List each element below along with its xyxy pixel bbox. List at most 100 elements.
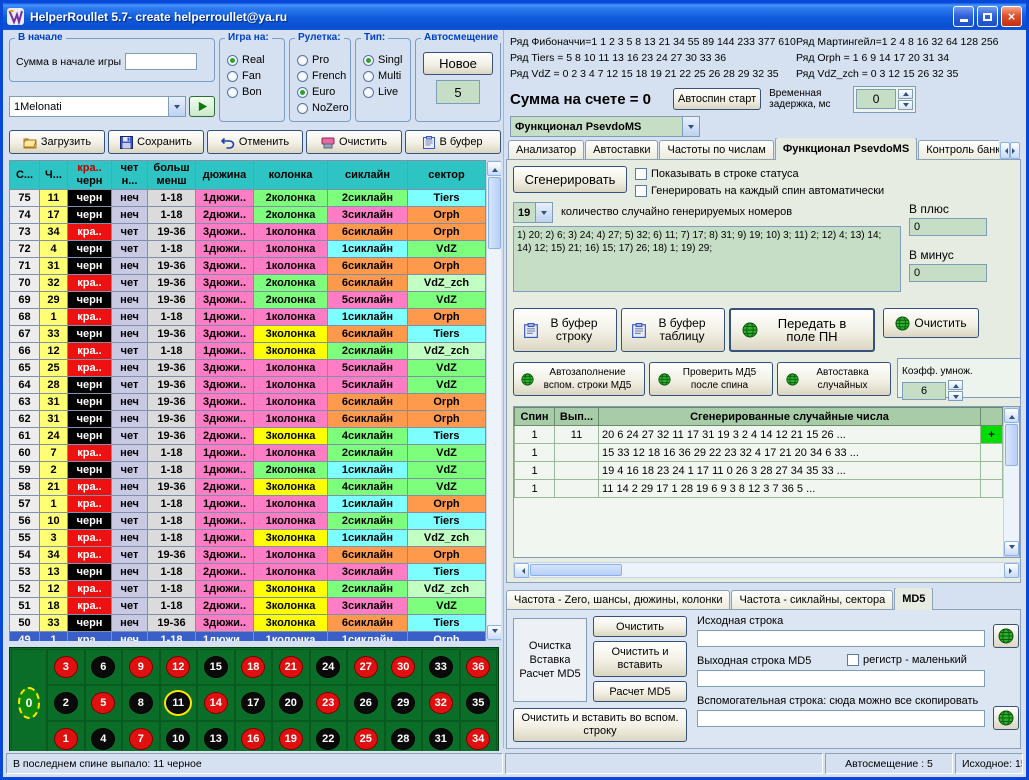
generated-numbers-field[interactable]: 1) 20; 2) 6; 3) 24; 4) 27; 5) 32; 6) 11;… — [513, 226, 901, 292]
new-button[interactable]: Новое — [423, 52, 493, 75]
board-cell-2[interactable]: 2 — [47, 685, 85, 721]
history-row[interactable]: 681кра..неч1-181дюжи..1колонка1сиклайнOr… — [10, 309, 486, 326]
tab-1[interactable]: Анализатор — [508, 140, 584, 160]
history-row[interactable]: 6331черннеч19-363дюжи..1колонка6сиклайнO… — [10, 394, 486, 411]
tab-3[interactable]: Частоты по числам — [659, 140, 773, 160]
history-row[interactable]: 7334кра..чет19-363дюжи..1колонка6сиклайн… — [10, 224, 486, 241]
clear-generated-button[interactable]: Очистить — [883, 308, 979, 338]
history-row[interactable]: 5118кра..чет1-182дюжи..3колонка3сиклайнV… — [10, 598, 486, 615]
radio-Fan[interactable]: Fan — [227, 68, 280, 84]
scroll-up-button[interactable] — [487, 161, 501, 176]
board-cell-24[interactable]: 24 — [310, 649, 348, 685]
buffer-table-button[interactable]: В буфер таблицу — [621, 308, 725, 352]
board-cell-36[interactable]: 36 — [460, 649, 498, 685]
tab-scroll-right-button[interactable] — [1010, 142, 1020, 159]
history-row[interactable]: 5033черннеч19-363дюжи..3колонка6сиклайнT… — [10, 615, 486, 632]
scroll-thumb[interactable] — [1005, 424, 1018, 466]
md5-aux-input[interactable] — [697, 710, 985, 727]
autofill-md5-button[interactable]: Автозаполнение вспом. строки МД5 — [513, 362, 645, 396]
scroll-left-button[interactable] — [514, 563, 529, 578]
tab-1[interactable]: Частота - Zero, шансы, дюжины, колонки — [506, 590, 730, 610]
title-bar[interactable]: HelperRoullet 5.7- create helperroullet@… — [3, 3, 1026, 30]
board-cell-3[interactable]: 3 — [47, 649, 85, 685]
col-color[interactable]: кра..черн — [68, 161, 112, 190]
radio-Multi[interactable]: Multi — [363, 68, 406, 84]
col-number[interactable]: Ч... — [40, 161, 68, 190]
tab-2[interactable]: Автоставки — [585, 140, 658, 160]
scroll-thumb[interactable] — [530, 564, 622, 576]
board-cell-33[interactable]: 33 — [422, 649, 460, 685]
history-scrollbar[interactable] — [486, 160, 501, 641]
delay-up-button[interactable] — [898, 89, 913, 99]
generated-row[interactable]: 119 4 16 18 23 24 1 17 11 0 26 3 28 27 3… — [515, 462, 1003, 480]
md5-calc-button[interactable]: Расчет MD5 — [593, 681, 687, 702]
radio-Bon[interactable]: Bon — [227, 84, 280, 100]
preset-combo-arrow[interactable] — [168, 97, 185, 116]
board-cell-35[interactable]: 35 — [460, 685, 498, 721]
md5-clear-paste-button[interactable]: Очистить и вставить — [593, 641, 687, 677]
board-cell-12[interactable]: 12 — [160, 649, 198, 685]
board-cell-14[interactable]: 14 — [197, 685, 235, 721]
preset-combo[interactable]: 1Melonati — [9, 96, 186, 117]
start-sum-input[interactable] — [125, 53, 197, 70]
history-row[interactable]: 6124чернчет19-362дюжи..3колонка4сиклайнT… — [10, 428, 486, 445]
eraser-button[interactable]: Очистить — [306, 130, 402, 154]
scroll-up-button[interactable] — [1004, 408, 1019, 423]
tab-3[interactable]: MD5 — [894, 588, 933, 610]
board-cell-0[interactable]: 0 — [11, 649, 47, 757]
history-row[interactable]: 7511черннеч1-181дюжи..2колонка2сиклайнTi… — [10, 190, 486, 207]
board-cell-5[interactable]: 5 — [85, 685, 123, 721]
history-row[interactable]: 592чернчет1-181дюжи..2колонка1сиклайнVdZ — [10, 462, 486, 479]
generated-row[interactable]: 115 33 12 18 16 36 29 22 23 32 4 17 21 2… — [515, 444, 1003, 462]
history-row[interactable]: 6231черннеч19-363дюжи..1колонка6сиклайнO… — [10, 411, 486, 428]
generate-button[interactable]: Сгенерировать — [513, 166, 627, 193]
board-cell-11[interactable]: 11 — [160, 685, 198, 721]
col-dozen[interactable]: дюжина — [196, 161, 254, 190]
board-cell-32[interactable]: 32 — [422, 685, 460, 721]
history-row[interactable]: 553кра..неч1-181дюжи..3колонка1сиклайнVd… — [10, 530, 486, 547]
folder-button[interactable]: Загрузить — [9, 130, 105, 154]
scroll-right-button[interactable] — [1004, 563, 1019, 578]
board-cell-21[interactable]: 21 — [272, 649, 310, 685]
board-cell-23[interactable]: 23 — [310, 685, 348, 721]
scroll-down-button[interactable] — [1004, 541, 1019, 556]
radio-Pro[interactable]: Pro — [297, 52, 346, 68]
history-header-row[interactable]: С... Ч... кра..черн четн... большменш дю… — [10, 161, 486, 190]
md5-source-input[interactable] — [697, 630, 985, 647]
check-md5-button[interactable]: Проверить МД5 после спина — [649, 362, 773, 396]
board-cell-27[interactable]: 27 — [347, 649, 385, 685]
tab-5[interactable]: Контроль банкрол — [918, 140, 999, 160]
run-preset-button[interactable] — [189, 96, 215, 117]
history-row[interactable]: 6929черннеч19-363дюжи..2колонка5сиклайнV… — [10, 292, 486, 309]
col-sixline[interactable]: сиклайн — [328, 161, 408, 190]
board-cell-17[interactable]: 17 — [235, 685, 273, 721]
history-row[interactable]: 5212кра..чет1-181дюжи..3колонка2сиклайнV… — [10, 581, 486, 598]
board-cell-29[interactable]: 29 — [385, 685, 423, 721]
floppy-button[interactable]: Сохранить — [108, 130, 204, 154]
md5-clear-paste-aux-button[interactable]: Очистить и вставить во вспом. строку — [513, 708, 687, 742]
history-row[interactable]: 6525кра..неч19-363дюжи..1колонка5сиклайн… — [10, 360, 486, 377]
md5-aux-globe-button[interactable] — [993, 706, 1019, 730]
scroll-down-button[interactable] — [487, 625, 501, 640]
md5-clear-button[interactable]: Очистить — [593, 616, 687, 637]
board-cell-8[interactable]: 8 — [122, 685, 160, 721]
board-cell-9[interactable]: 9 — [122, 649, 160, 685]
auto-generate-checkbox[interactable] — [635, 185, 647, 197]
function-combo[interactable]: Функционал PsevdoMS — [510, 116, 700, 137]
history-row[interactable]: 724чернчет1-181дюжи..1колонка1сиклайнVdZ — [10, 241, 486, 258]
history-row[interactable]: 6612кра..чет1-181дюжи..3колонка2сиклайнV… — [10, 343, 486, 360]
register-checkbox-row[interactable]: регистр - маленький — [847, 654, 967, 666]
history-row[interactable]: 607кра..неч1-181дюжи..1колонка2сиклайнVd… — [10, 445, 486, 462]
radio-Real[interactable]: Real — [227, 52, 280, 68]
undo-button[interactable]: Отменить — [207, 130, 303, 154]
history-row[interactable]: 7131черннеч19-363дюжи..1колонка6сиклайнO… — [10, 258, 486, 275]
transfer-to-pn-button[interactable]: Передать в поле ПН — [729, 308, 875, 352]
radio-Live[interactable]: Live — [363, 84, 406, 100]
history-row[interactable]: 571кра..неч1-181дюжи..1колонка1сиклайнOr… — [10, 496, 486, 513]
col-range[interactable]: большменш — [148, 161, 196, 190]
history-row[interactable]: 5313черннеч1-182дюжи..1колонка3сиклайнTi… — [10, 564, 486, 581]
auto-generate-checkbox-row[interactable]: Генерировать на каждый спин автоматическ… — [635, 185, 884, 197]
history-row[interactable]: 491кра..неч1-181дюжи..1колонка1сиклайнOr… — [10, 632, 486, 642]
count-combo[interactable]: 19 — [513, 202, 553, 223]
col-column[interactable]: колонка — [254, 161, 328, 190]
